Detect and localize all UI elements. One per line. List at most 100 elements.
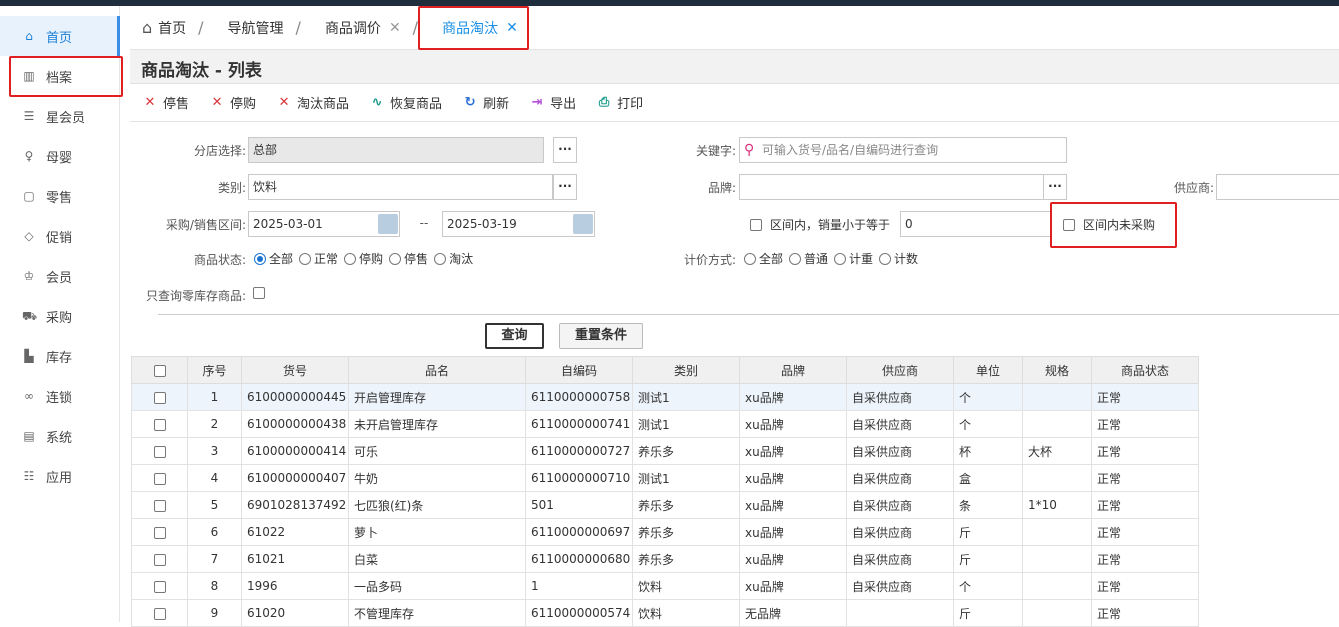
zero-stock-checkbox[interactable] [253,287,265,299]
radio-button[interactable] [254,252,266,265]
table-row[interactable]: 8 1996 一品多码 1 饮料 xu品牌 自采供应商个 正常 [131,572,1199,600]
sales-less-input[interactable]: 0 [900,211,1052,237]
row-checkbox[interactable] [153,472,166,485]
toolbar-button[interactable]: ⇥ 导出 [529,93,576,113]
toolbar-button[interactable]: ✕ 停售 [142,93,189,113]
calendar-icon[interactable] [573,214,593,234]
column-header: 序号 [187,356,242,384]
eliminate-icon: ✕ [278,94,290,110]
radio-button[interactable] [879,252,892,265]
radio-option[interactable]: 停售 [389,250,428,267]
sidebar-item[interactable]: ♔ 会员 [0,256,119,296]
radio-label: 停售 [404,252,429,266]
radio-button[interactable] [434,252,447,265]
radio-button[interactable] [344,252,357,265]
toolbar-button[interactable]: ✕ 停购 [209,93,256,113]
tab[interactable]: 导航管理 / [216,6,313,50]
sidebar-item[interactable]: ☰ 星会员 [0,96,119,136]
close-icon[interactable]: ✕ [506,20,518,36]
select-all-cell[interactable] [131,356,188,384]
column-header: 类别 [632,356,740,384]
not-purchased-checkbox[interactable] [1063,218,1075,231]
brand-picker-button[interactable]: ··· [1043,174,1067,200]
query-button[interactable]: 查询 [485,323,544,349]
table-row[interactable]: 9 61020 不管理库存 6110000000574 饮料 无品牌 斤 正常 [131,599,1199,627]
toolbar-button[interactable]: ↻ 刷新 [462,93,509,113]
select-all-checkbox[interactable] [153,364,166,377]
radio-button[interactable] [389,252,402,265]
toolbar-button[interactable]: ∿ 恢复商品 [369,93,442,113]
table-cell [1022,572,1092,600]
supplier-select[interactable] [1216,174,1339,200]
radio-button[interactable] [834,252,847,265]
row-checkbox[interactable] [153,607,166,620]
table-cell: xu品牌 [739,410,847,438]
export-icon: ⇥ [531,94,543,110]
sidebar-item[interactable]: ▙ 库存 [0,336,119,376]
column-header: 商品状态 [1091,356,1199,384]
row-select-cell[interactable] [131,464,188,492]
row-checkbox[interactable] [153,553,166,566]
category-picker-button[interactable]: ··· [553,174,577,200]
calendar-icon[interactable] [378,214,398,234]
category-select[interactable]: 饮料 [248,174,553,200]
tab[interactable]: 商品淘汰 ✕ [430,6,530,50]
table-row[interactable]: 5 6901028137492 七匹狼(红)条 501 养乐多 xu品牌 自采供应商条 1*1… [131,491,1199,519]
brand-select[interactable] [739,174,1044,200]
radio-option[interactable]: 淘汰 [434,250,473,267]
store-select[interactable]: 总部 [248,137,544,163]
tab[interactable]: ⌂ 首页 / [130,6,216,50]
radio-option[interactable]: 停购 [344,250,383,267]
table-cell: 正常 [1091,518,1199,546]
toolbar-button[interactable]: ⎙ 打印 [596,93,643,113]
radio-option[interactable]: 正常 [299,250,338,267]
toolbar-button[interactable]: ✕ 淘汰商品 [276,93,349,113]
row-checkbox[interactable] [153,391,166,404]
close-icon[interactable]: ✕ [389,20,401,36]
sidebar-item[interactable]: ▥ 档案 [0,56,119,96]
radio-option[interactable]: 计数 [879,250,918,267]
radio-button[interactable] [299,252,312,265]
row-select-cell[interactable] [131,572,188,600]
table-row[interactable]: 6 61022 萝卜 6110000000697 养乐多 xu品牌 自采供应商斤 正常 [131,518,1199,546]
radio-option[interactable]: 全部 [254,250,293,267]
table-cell: 萝卜 [348,518,526,546]
row-checkbox[interactable] [153,445,166,458]
sidebar-item[interactable]: ♀ 母婴 [0,136,119,176]
sidebar-item[interactable]: ☷ 应用 [0,456,119,496]
table-cell: 正常 [1091,491,1199,519]
table-cell [846,599,954,627]
tab[interactable]: 商品调价 ✕ / [313,6,430,50]
keyword-input[interactable]: ⚲ 可输入货号/品名/自编码进行查询 [739,137,1067,163]
sidebar-item[interactable]: ⛟ 采购 [0,296,119,336]
row-select-cell[interactable] [131,437,188,465]
radio-button[interactable] [744,252,756,265]
radio-option[interactable]: 全部 [744,250,783,267]
sidebar-item[interactable]: ◇ 促销 [0,216,119,256]
row-select-cell[interactable] [131,518,188,546]
sidebar-item[interactable]: ⌂ 首页 [0,16,120,56]
sales-less-checkbox[interactable] [750,218,762,231]
table-row[interactable]: 2 6100000000438 未开启管理库存 6110000000741 测试1 xu品… [131,410,1199,438]
row-checkbox[interactable] [153,580,166,593]
radio-option[interactable]: 普通 [789,250,828,267]
sidebar-item[interactable]: ▢ 零售 [0,176,119,216]
row-select-cell[interactable] [131,383,188,411]
table-row[interactable]: 4 6100000000407 牛奶 6110000000710 测试1 xu品牌 自采供应… [131,464,1199,492]
radio-option[interactable]: 计重 [834,250,873,267]
row-select-cell[interactable] [131,545,188,573]
sidebar-item[interactable]: ∞ 连锁 [0,376,119,416]
store-picker-button[interactable]: ··· [553,137,577,163]
row-select-cell[interactable] [131,599,188,627]
row-select-cell[interactable] [131,410,188,438]
table-row[interactable]: 3 6100000000414 可乐 6110000000727 养乐多 xu品牌 自采供应… [131,437,1199,465]
row-checkbox[interactable] [153,526,166,539]
row-checkbox[interactable] [153,418,166,431]
row-checkbox[interactable] [153,499,166,512]
radio-button[interactable] [789,252,802,265]
reset-button[interactable]: 重置条件 [559,323,643,349]
row-select-cell[interactable] [131,491,188,519]
sidebar-item[interactable]: ▤ 系统 [0,416,119,456]
table-row[interactable]: 7 61021 白菜 6110000000680 养乐多 xu品牌 自采供应商斤 正常 [131,545,1199,573]
table-row[interactable]: 1 6100000000445 开启管理库存 6110000000758 测试1 xu品牌… [131,383,1199,411]
